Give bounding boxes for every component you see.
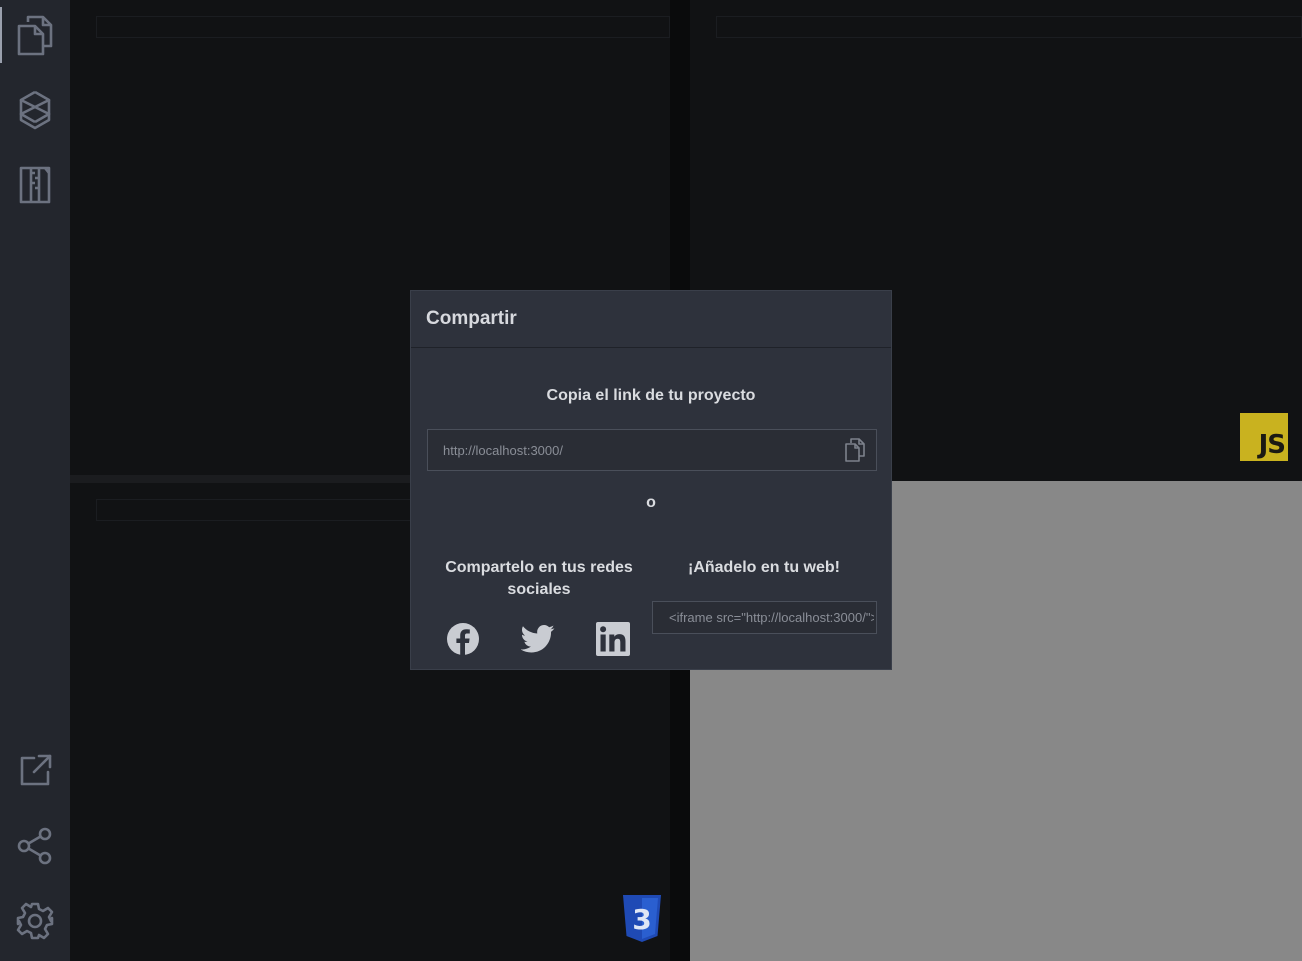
zip-icon (19, 166, 51, 204)
gear-icon (16, 902, 54, 940)
modal-header: Compartir (411, 291, 891, 348)
copy-icon (845, 438, 865, 462)
share-icon (17, 827, 52, 865)
share-button[interactable] (0, 816, 70, 876)
app-window: JS 3 Compartir Copia el link de tu proye… (0, 0, 1302, 961)
files-icon (17, 15, 53, 56)
copy-link-label: Copia el link de tu proyecto (546, 387, 756, 404)
facebook-icon (447, 623, 479, 656)
open-new-tab-button[interactable] (0, 741, 70, 801)
js-editor-tabbar (716, 16, 1302, 38)
linkedin-icon (596, 622, 630, 656)
embed-code-input[interactable] (653, 602, 876, 633)
social-share-title: Compartelo en tus redes sociales (445, 559, 633, 598)
js-logo-badge: JS (1240, 413, 1288, 461)
codesandbox-icon (19, 90, 51, 130)
html-editor-tabbar (96, 16, 670, 38)
twitter-share-button[interactable] (520, 621, 556, 657)
twitter-icon (521, 624, 555, 653)
project-link-field (427, 429, 877, 471)
js-logo-text: JS (1258, 430, 1286, 460)
project-link-input[interactable] (428, 429, 834, 471)
download-zip-button[interactable] (0, 155, 70, 215)
css3-logo-text: 3 (632, 903, 651, 936)
sidebar (0, 0, 70, 961)
settings-button[interactable] (0, 891, 70, 951)
codesandbox-button[interactable] (0, 80, 70, 140)
external-link-icon (20, 754, 52, 786)
copy-link-button[interactable] (834, 430, 876, 470)
share-modal: Compartir Copia el link de tu proyecto o… (410, 290, 892, 670)
modal-title: Compartir (426, 308, 517, 329)
css3-logo-badge: 3 (621, 895, 663, 948)
linkedin-share-button[interactable] (595, 621, 631, 657)
embed-title: ¡Añadelo en tu web! (688, 559, 840, 576)
facebook-share-button[interactable] (445, 621, 481, 657)
embed-code-field (652, 601, 877, 634)
or-separator: o (646, 494, 656, 511)
files-button[interactable] (0, 5, 70, 65)
